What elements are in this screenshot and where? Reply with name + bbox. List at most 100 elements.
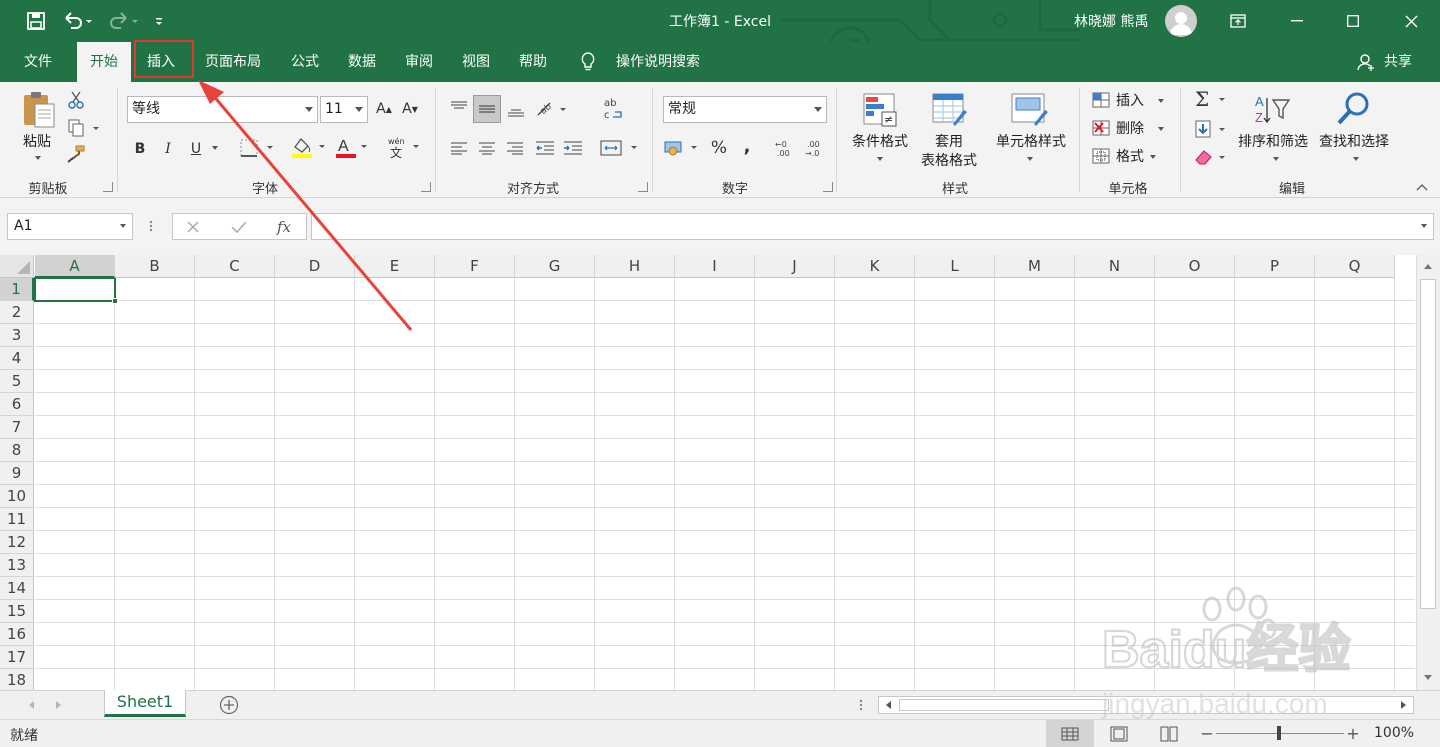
- number-launcher-icon[interactable]: [823, 182, 833, 192]
- cell-styles-button[interactable]: 单元格样式: [986, 132, 1076, 150]
- zoom-level[interactable]: 100%: [1374, 725, 1414, 741]
- tab-formulas[interactable]: 公式: [280, 42, 330, 82]
- zoom-in-icon[interactable]: +: [1346, 724, 1360, 743]
- formula-input[interactable]: [311, 213, 1434, 240]
- column-header-e[interactable]: E: [355, 255, 435, 278]
- insert-cells-dropdown[interactable]: [1154, 96, 1168, 106]
- share-button[interactable]: 共享: [1378, 42, 1418, 82]
- ribbon-display-options-icon[interactable]: [1215, 0, 1261, 42]
- cell-styles-icon[interactable]: [1008, 90, 1052, 130]
- decrease-decimal-icon[interactable]: .00 →.0: [802, 136, 828, 160]
- format-as-table-line2[interactable]: 表格格式: [910, 151, 988, 169]
- font-launcher-icon[interactable]: [421, 182, 431, 192]
- format-cells-icon[interactable]: [1090, 146, 1112, 166]
- column-header-b[interactable]: B: [115, 255, 195, 278]
- avatar[interactable]: [1165, 5, 1197, 37]
- row-header-6[interactable]: 6: [0, 393, 34, 416]
- select-all-button[interactable]: [0, 255, 34, 278]
- format-cells-button[interactable]: 格式: [1112, 146, 1148, 166]
- tab-home[interactable]: 开始: [77, 42, 131, 82]
- maximize-icon[interactable]: [1330, 0, 1376, 42]
- name-box[interactable]: A1: [7, 213, 133, 240]
- tab-split-grip-icon[interactable]: [856, 697, 866, 713]
- phonetic-guide-icon[interactable]: wén 文: [384, 134, 424, 160]
- row-header-15[interactable]: 15: [0, 600, 34, 623]
- name-box-dropdown[interactable]: [120, 224, 126, 228]
- copy-icon[interactable]: [66, 118, 102, 138]
- column-header-i[interactable]: I: [675, 255, 755, 278]
- column-header-l[interactable]: L: [915, 255, 995, 278]
- row-header-3[interactable]: 3: [0, 324, 34, 347]
- increase-font-icon[interactable]: A ▲: [374, 98, 394, 120]
- fill-icon[interactable]: [1192, 118, 1232, 140]
- column-header-h[interactable]: H: [595, 255, 675, 278]
- row-header-5[interactable]: 5: [0, 370, 34, 393]
- underline-button[interactable]: U: [186, 138, 206, 160]
- merge-center-icon[interactable]: [598, 136, 642, 160]
- orientation-icon[interactable]: ab: [534, 96, 570, 122]
- vertical-scroll-thumb[interactable]: [1420, 279, 1436, 609]
- sort-filter-icon[interactable]: AZ: [1252, 90, 1292, 130]
- alignment-launcher-icon[interactable]: [638, 182, 648, 192]
- active-cell-cursor[interactable]: [34, 277, 118, 304]
- tab-data[interactable]: 数据: [337, 42, 387, 82]
- tab-insert[interactable]: 插入: [134, 42, 188, 82]
- minimize-icon[interactable]: [1274, 0, 1320, 42]
- tab-view[interactable]: 视图: [451, 42, 501, 82]
- horizontal-scrollbar[interactable]: [878, 696, 1414, 714]
- row-header-14[interactable]: 14: [0, 577, 34, 600]
- italic-button[interactable]: I: [158, 138, 178, 160]
- row-header-2[interactable]: 2: [0, 301, 34, 324]
- conditional-formatting-dropdown[interactable]: [872, 154, 888, 164]
- tab-review[interactable]: 审阅: [394, 42, 444, 82]
- align-center-icon[interactable]: [474, 136, 500, 160]
- percent-button[interactable]: %: [706, 136, 732, 160]
- row-header-1[interactable]: 1: [0, 278, 34, 301]
- column-header-k[interactable]: K: [835, 255, 915, 278]
- column-header-o[interactable]: O: [1155, 255, 1235, 278]
- row-header-7[interactable]: 7: [0, 416, 34, 439]
- normal-view-icon[interactable]: [1046, 720, 1094, 747]
- column-header-g[interactable]: G: [515, 255, 595, 278]
- page-break-view-icon[interactable]: [1154, 720, 1184, 747]
- row-header-12[interactable]: 12: [0, 531, 34, 554]
- cell-area[interactable]: [35, 278, 1415, 690]
- scroll-left-icon[interactable]: [881, 698, 895, 712]
- column-header-d[interactable]: D: [275, 255, 355, 278]
- formula-bar-grip-icon[interactable]: [144, 216, 158, 236]
- scroll-right-icon[interactable]: [1397, 698, 1411, 712]
- find-select-dropdown[interactable]: [1348, 154, 1364, 164]
- insert-cells-button[interactable]: 插入: [1112, 90, 1148, 110]
- cell-styles-dropdown[interactable]: [1022, 154, 1038, 164]
- tab-page-layout[interactable]: 页面布局: [196, 42, 270, 82]
- scroll-up-icon[interactable]: [1421, 259, 1435, 273]
- row-header-10[interactable]: 10: [0, 485, 34, 508]
- row-header-17[interactable]: 17: [0, 646, 34, 669]
- prev-sheet-icon[interactable]: [24, 697, 38, 713]
- confirm-entry-icon[interactable]: [229, 217, 249, 237]
- paste-button[interactable]: 粘贴: [14, 132, 60, 150]
- decrease-indent-icon[interactable]: [532, 136, 558, 160]
- column-header-p[interactable]: P: [1235, 255, 1315, 278]
- sort-filter-button[interactable]: 排序和筛选: [1234, 132, 1312, 150]
- underline-dropdown[interactable]: [208, 142, 222, 154]
- user-name[interactable]: 林晓娜 熊禹: [1074, 11, 1148, 31]
- expand-formula-bar-icon[interactable]: [1421, 224, 1427, 228]
- font-color-icon[interactable]: A: [332, 134, 372, 160]
- borders-icon[interactable]: [238, 136, 278, 160]
- delete-cells-button[interactable]: 删除: [1112, 118, 1148, 138]
- conditional-formatting-icon[interactable]: ≠: [858, 90, 902, 130]
- accounting-format-icon[interactable]: [662, 136, 702, 160]
- sort-filter-dropdown[interactable]: [1268, 154, 1284, 164]
- insert-function-button[interactable]: fx: [271, 216, 297, 238]
- format-as-table-icon[interactable]: [928, 90, 972, 130]
- middle-align-icon[interactable]: [473, 95, 501, 123]
- tab-help[interactable]: 帮助: [508, 42, 558, 82]
- page-layout-view-icon[interactable]: [1104, 720, 1134, 747]
- delete-cells-icon[interactable]: [1090, 118, 1112, 138]
- find-select-icon[interactable]: [1334, 88, 1374, 130]
- next-sheet-icon[interactable]: [52, 697, 66, 713]
- row-header-8[interactable]: 8: [0, 439, 34, 462]
- number-format-select[interactable]: 常规: [663, 96, 827, 123]
- clear-icon[interactable]: [1192, 146, 1232, 168]
